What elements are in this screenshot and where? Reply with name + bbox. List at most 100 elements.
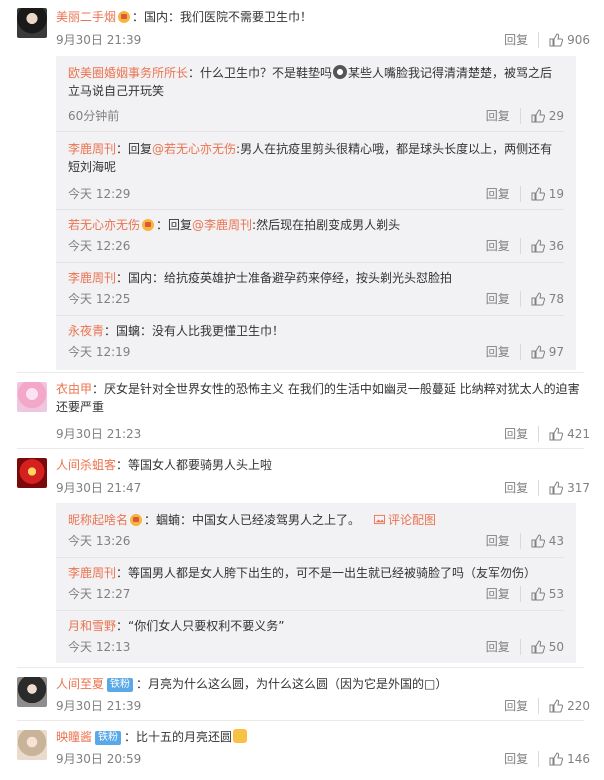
divider [56,315,564,316]
reply-username[interactable]: 欧美圈婚姻事务所所长 [68,66,188,80]
like-button[interactable]: 53 [531,586,564,602]
vip-crown-icon [142,219,155,231]
divider [17,720,584,721]
reply-thread: 欧美圈婚姻事务所所长：什么卫生巾？不是鞋垫吗 某些人嘴脸我记得清清楚楚，被骂之后立… [56,56,576,370]
divider [56,610,564,611]
divider [17,372,584,373]
like-count: 29 [548,109,564,123]
reply-button[interactable]: 回复 [486,639,521,655]
comment-time: 9月30日 21:23 [56,427,142,441]
reply-time: 60分钟前 [68,109,120,123]
thumb-up-icon [531,239,545,253]
reply-item: 若无心亦无伤 ：回复@李鹿周刊:然后现在拍剧变成男人剃头 今天 12:26 回复 … [68,216,576,256]
thumbs-up-emoji-icon [233,729,248,743]
comment-list: 美丽二手烟 ：国内：我们医院不需要卫生巾！ 9月30日 21:39 回复 906 … [0,0,604,780]
reply-button[interactable]: 回复 [504,751,540,767]
reply-time: 今天 12:27 [68,587,131,601]
reply-button[interactable]: 回复 [486,186,521,202]
fan-badge: 铁粉 [107,678,134,692]
reply-button[interactable]: 回复 [504,698,540,714]
vip-crown-icon [118,11,131,23]
reply-time: 今天 12:13 [68,640,131,654]
like-button[interactable]: 220 [549,698,590,714]
like-count: 53 [548,587,564,601]
avatar[interactable] [17,730,47,760]
mention-link[interactable]: @若无心亦无伤 [152,142,236,156]
thumb-up-icon [549,752,564,766]
reply-time: 今天 13:26 [68,534,131,548]
reply-button[interactable]: 回复 [504,480,540,496]
reply-text: ：蝈蝻：中国女人已经凌驾男人之上了。 [144,513,361,527]
thumb-up-icon [531,345,545,359]
reply-button[interactable]: 回复 [486,586,521,602]
like-button[interactable]: 317 [549,480,590,496]
reply-item: 李鹿周刊：国内：给抗疫英雄护士准备避孕药来停经，按头剃光头怼脸拍 今天 12:2… [68,269,576,309]
comment-username[interactable]: 衣由甲 [56,382,92,396]
reply-text: ：回复 [116,142,153,156]
reply-button[interactable]: 回复 [486,533,521,549]
reply-button[interactable]: 回复 [486,291,521,307]
comment-time: 9月30日 21:47 [56,481,142,495]
mention-link[interactable]: @李鹿周刊 [192,218,252,232]
thumb-up-icon [549,427,564,441]
comment-time: 9月30日 21:39 [56,33,142,47]
like-count: 220 [567,699,590,713]
reply-button[interactable]: 回复 [504,426,540,442]
reply-button[interactable]: 回复 [486,238,521,254]
comment-text: ：等国女人都要骑男人头上啦 [116,458,273,472]
like-count: 19 [548,187,564,201]
comment-username[interactable]: 人间至夏 [56,677,104,691]
divider [56,262,564,263]
reply-username[interactable]: 李鹿周刊 [68,271,116,285]
thumb-up-icon [531,534,545,548]
reply-item: 欧美圈婚姻事务所所长：什么卫生巾？不是鞋垫吗 某些人嘴脸我记得清清楚楚，被骂之后立… [68,64,576,126]
avatar[interactable] [17,677,47,707]
like-button[interactable]: 43 [531,533,564,549]
reply-username[interactable]: 永夜青 [68,324,104,338]
reply-text: ：回复 [156,218,193,232]
avatar[interactable] [17,8,47,38]
comment-image-label: 评论配图 [388,513,437,527]
thumb-up-icon [531,292,545,306]
reply-item: 李鹿周刊：回复@若无心亦无伤:男人在抗疫里剪头很精心哦，都是球头长度以上，两侧还… [68,140,576,202]
reply-username[interactable]: 昵称起啥名 [68,513,128,527]
comment-username[interactable]: 映瞳酱 [56,730,92,744]
reply-text: ：“你们女人只要权利不要义务” [116,619,285,633]
reply-username[interactable]: 李鹿周刊 [68,566,116,580]
avatar[interactable] [17,382,47,412]
reply-button[interactable]: 回复 [486,344,521,360]
comment-text: ：月亮为什么这么圆，为什么这么圆（因为它是外国的□） [136,677,448,691]
like-count: 78 [548,292,564,306]
divider [17,667,584,668]
like-count: 50 [548,640,564,654]
comment-image-link[interactable]: 评论配图 [374,513,436,527]
comment-text: ：厌女是针对全世界女性的恐怖主义 在我们的生活中如幽灵一般蔓延 比纳粹对犹太人的… [56,382,580,414]
comment-time: 9月30日 21:39 [56,699,142,713]
reply-button[interactable]: 回复 [504,32,540,48]
reply-text: ：什么卫生巾？不是鞋垫吗 [188,66,333,80]
like-button[interactable]: 146 [549,751,590,767]
reply-username[interactable]: 李鹿周刊 [68,142,116,156]
reply-username[interactable]: 月和雪野 [68,619,116,633]
reply-item: 李鹿周刊：等国男人都是女人胯下出生的，可不是一出生就已经被骑脸了吗（友军勿伤） … [68,564,576,604]
avatar[interactable] [17,458,47,488]
like-button[interactable]: 421 [549,426,590,442]
reply-text: ：国螭：没有人比我更懂卫生巾！ [104,324,285,338]
divider [56,209,564,210]
reply-username[interactable]: 若无心亦无伤 [68,218,140,232]
like-button[interactable]: 36 [531,238,564,254]
divider [17,448,584,449]
like-button[interactable]: 29 [531,108,564,124]
comment-username[interactable]: 美丽二手烟 [56,10,116,24]
vip-crown-icon [130,514,143,526]
reply-text: ：国内：给抗疫英雄护士准备避孕药来停经，按头剃光头怼脸拍 [116,271,453,285]
like-button[interactable]: 78 [531,291,564,307]
comment-username[interactable]: 人间杀蛆客 [56,458,116,472]
like-button[interactable]: 97 [531,344,564,360]
reply-button[interactable]: 回复 [486,108,521,124]
like-button[interactable]: 19 [531,186,564,202]
like-button[interactable]: 906 [549,32,590,48]
like-button[interactable]: 50 [531,639,564,655]
emoji-icon [333,65,348,79]
fan-badge: 铁粉 [95,731,122,745]
